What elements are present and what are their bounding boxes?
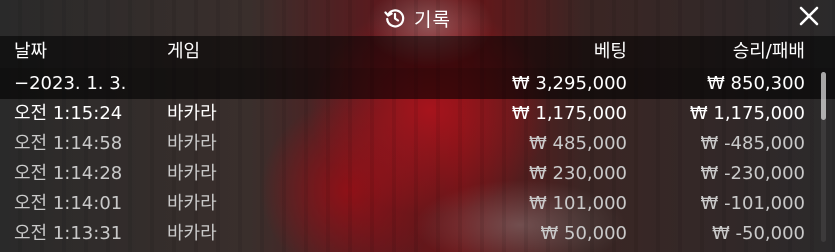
history-panel: 기록 날짜 게임 베팅 승리/패배 −2023. 1. 3. ₩ 3,295,0…: [0, 0, 835, 252]
date-group-row[interactable]: −2023. 1. 3. ₩ 3,295,000 ₩ 850,300: [0, 68, 835, 99]
row-bet: ₩ 1,175,000: [511, 103, 627, 124]
row-result: ₩ -485,000: [700, 133, 805, 154]
row-game: 바카라: [167, 133, 217, 154]
column-header-result: 승리/패배: [732, 41, 805, 62]
row-result: ₩ -101,000: [700, 193, 805, 214]
table-row[interactable]: 오전 1:13:31 바카라 ₩ 50,000 ₩ -50,000: [0, 219, 835, 249]
column-header-bet: 베팅: [593, 41, 627, 62]
date-group-bet-total: ₩ 3,295,000: [511, 73, 627, 94]
column-header-game: 게임: [167, 41, 201, 62]
title-bar: 기록: [0, 0, 835, 36]
row-time: 오전 1:14:28: [14, 163, 123, 184]
row-time: 오전 1:15:24: [14, 103, 123, 124]
row-bet: ₩ 50,000: [540, 223, 627, 244]
row-bet: ₩ 230,000: [529, 163, 627, 184]
row-time: 오전 1:14:58: [14, 133, 123, 154]
row-game: 바카라: [167, 103, 217, 124]
history-icon: [384, 7, 406, 29]
row-game: 바카라: [167, 193, 217, 214]
title-group: 기록: [384, 5, 451, 32]
row-game: 바카라: [167, 223, 217, 244]
row-time: 오전 1:14:01: [14, 193, 123, 214]
close-button[interactable]: [795, 4, 823, 32]
scrollbar-thumb[interactable]: [821, 72, 826, 120]
date-group-result-total: ₩ 850,300: [707, 73, 805, 94]
table-row[interactable]: 오전 1:14:28 바카라 ₩ 230,000 ₩ -230,000: [0, 159, 835, 189]
table-row[interactable]: 오전 1:14:58 바카라 ₩ 485,000 ₩ -485,000: [0, 129, 835, 159]
row-bet: ₩ 485,000: [529, 133, 627, 154]
page-title: 기록: [414, 8, 451, 31]
table-row[interactable]: 오전 1:15:24 바카라 ₩ 1,175,000 ₩ 1,175,000: [0, 99, 835, 129]
row-bet: ₩ 101,000: [529, 193, 627, 214]
row-result: ₩ -230,000: [700, 163, 805, 184]
table-header: 날짜 게임 베팅 승리/패배: [0, 36, 835, 68]
close-icon: [798, 5, 820, 31]
table-row[interactable]: 오전 1:14:01 바카라 ₩ 101,000 ₩ -101,000: [0, 189, 835, 219]
row-game: 바카라: [167, 163, 217, 184]
column-header-date: 날짜: [14, 41, 48, 62]
scrollbar[interactable]: [821, 72, 826, 242]
row-result: ₩ 1,175,000: [689, 103, 805, 124]
date-group-label: −2023. 1. 3.: [14, 73, 127, 94]
row-result: ₩ -50,000: [712, 223, 805, 244]
history-list[interactable]: −2023. 1. 3. ₩ 3,295,000 ₩ 850,300 오전 1:…: [0, 68, 835, 249]
row-time: 오전 1:13:31: [14, 223, 123, 244]
